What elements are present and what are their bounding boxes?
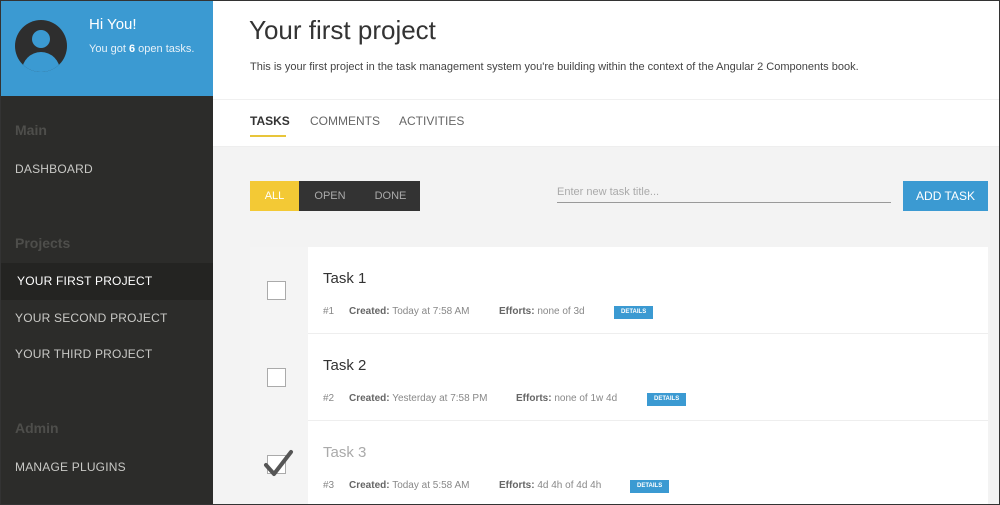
task-efforts: Efforts: none of 3d: [499, 306, 585, 317]
created-label: Created:: [349, 306, 390, 317]
avatar-head-icon: [32, 30, 50, 48]
task-row: Task 1 #1 Created: Today at 7:58 AM Effo…: [250, 247, 988, 334]
task-check-cell: [250, 421, 308, 504]
avatar-body-icon: [22, 52, 60, 72]
tab-tasks[interactable]: TASKS: [250, 114, 290, 128]
created-value: Today at 7:58 AM: [392, 306, 470, 317]
filter-open-button[interactable]: OPEN: [299, 181, 361, 211]
task-check-cell: [250, 247, 308, 334]
sidebar-item-manage-plugins[interactable]: MANAGE PLUGINS: [15, 460, 126, 474]
task-filter: ALL OPEN DONE: [250, 181, 420, 211]
open-tasks-summary: You got 6 open tasks.: [89, 42, 199, 57]
main-content: Your first project This is your first pr…: [213, 1, 999, 504]
filter-done-button[interactable]: DONE: [361, 181, 420, 211]
task-efforts: Efforts: none of 1w 4d: [516, 393, 617, 404]
task-title: Task 3: [323, 444, 367, 461]
task-efforts: Efforts: 4d 4h of 4d 4h: [499, 480, 601, 491]
efforts-value: none of 3d: [537, 306, 585, 317]
efforts-label: Efforts:: [499, 480, 535, 491]
project-header: Your first project This is your first pr…: [213, 1, 999, 147]
tab-activities[interactable]: ACTIVITIES: [399, 114, 464, 128]
project-description: This is your first project in the task m…: [250, 61, 859, 73]
sidebar-item-second-project[interactable]: YOUR SECOND PROJECT: [15, 311, 167, 325]
tab-comments[interactable]: COMMENTS: [310, 114, 380, 128]
add-task-button[interactable]: ADD TASK: [903, 181, 988, 211]
created-value: Yesterday at 7:58 PM: [392, 393, 488, 404]
task-created: Created: Yesterday at 7:58 PM: [349, 393, 487, 404]
sidebar: Hi You! You got 6 open tasks. Main DASHB…: [1, 1, 213, 504]
new-task-title-input[interactable]: [557, 181, 891, 203]
created-label: Created:: [349, 393, 390, 404]
checkmark-icon: [264, 450, 293, 476]
tabs-divider: [213, 99, 999, 100]
sidebar-item-third-project[interactable]: YOUR THIRD PROJECT: [15, 347, 152, 361]
task-row: Task 3 #3 Created: Today at 5:58 AM Effo…: [250, 421, 988, 504]
details-button[interactable]: DETAILS: [630, 480, 670, 493]
open-tasks-count: 6: [128, 43, 136, 55]
task-title: Task 1: [323, 270, 367, 287]
details-button[interactable]: DETAILS: [647, 393, 687, 406]
sidebar-item-first-project[interactable]: YOUR FIRST PROJECT: [1, 263, 213, 300]
task-check-cell: [250, 334, 308, 421]
filter-all-button[interactable]: ALL: [250, 181, 299, 211]
open-tasks-prefix: You got: [89, 43, 126, 55]
nav-heading-admin: Admin: [15, 420, 59, 436]
task-title: Task 2: [323, 357, 367, 374]
app-window: Hi You! You got 6 open tasks. Main DASHB…: [0, 0, 1000, 505]
task-list: Task 1 #1 Created: Today at 7:58 AM Effo…: [250, 247, 988, 504]
avatar: [15, 20, 67, 72]
efforts-value: 4d 4h of 4d 4h: [537, 480, 602, 491]
task-checkbox[interactable]: [267, 281, 286, 300]
nav-heading-main: Main: [15, 122, 47, 138]
task-checkbox[interactable]: [267, 368, 286, 387]
created-label: Created:: [349, 480, 390, 491]
user-greeting: Hi You!: [89, 16, 137, 33]
task-number: #2: [323, 393, 335, 404]
task-row: Task 2 #2 Created: Yesterday at 7:58 PM …: [250, 334, 988, 421]
efforts-label: Efforts:: [499, 306, 535, 317]
task-number: #3: [323, 480, 335, 491]
open-tasks-suffix: open tasks.: [138, 43, 195, 55]
user-panel: Hi You! You got 6 open tasks.: [1, 1, 213, 96]
task-created: Created: Today at 7:58 AM: [349, 306, 469, 317]
sidebar-item-dashboard[interactable]: DASHBOARD: [15, 162, 93, 176]
task-number: #1: [323, 306, 335, 317]
page-title: Your first project: [249, 15, 436, 45]
efforts-value: none of 1w 4d: [554, 393, 618, 404]
efforts-label: Efforts:: [516, 393, 552, 404]
task-created: Created: Today at 5:58 AM: [349, 480, 469, 491]
active-tab-indicator: [250, 135, 286, 137]
created-value: Today at 5:58 AM: [392, 480, 470, 491]
details-button[interactable]: DETAILS: [614, 306, 654, 319]
nav-heading-projects: Projects: [15, 235, 71, 251]
